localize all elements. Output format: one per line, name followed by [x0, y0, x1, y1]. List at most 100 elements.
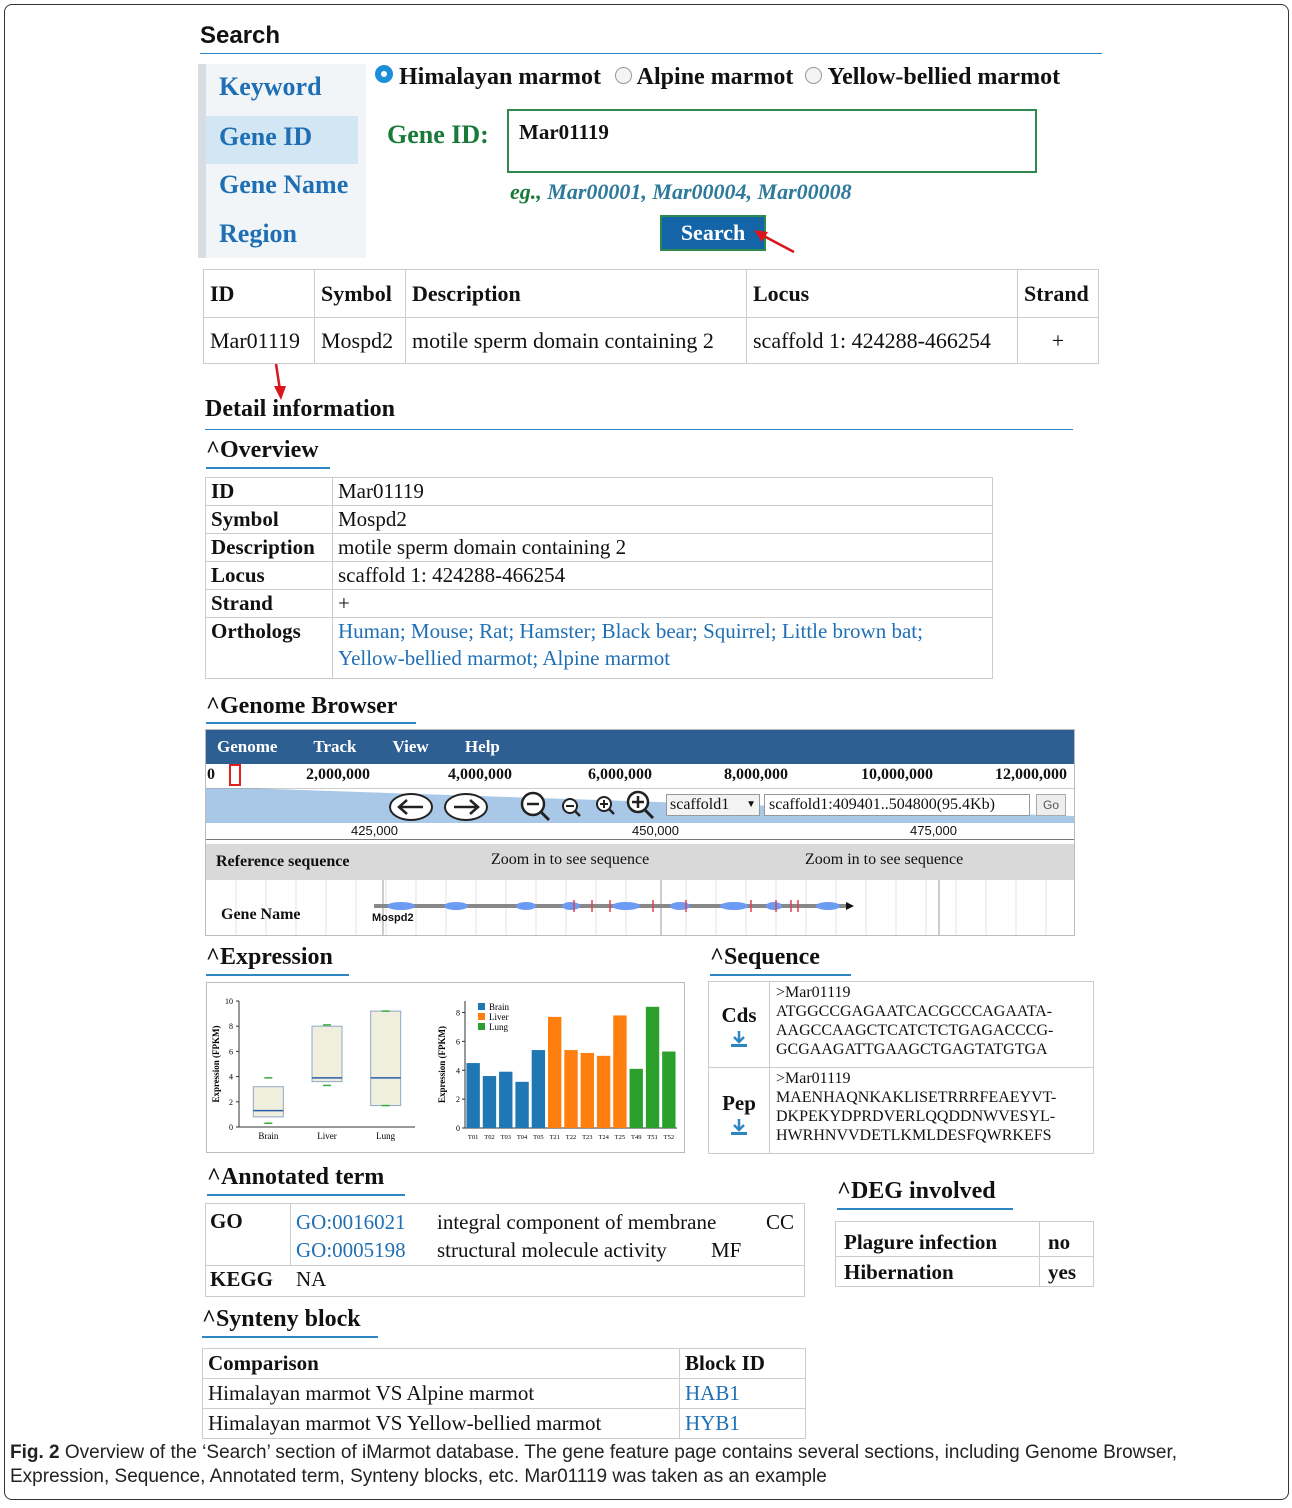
scaffold-select-value: scaffold1: [670, 796, 730, 813]
deg-key-plague: Plagure infection: [835, 1221, 1040, 1257]
bar-y-label: Expression (FPKM): [437, 1026, 447, 1103]
detail-ruler-tick-1: 450,000: [632, 823, 679, 838]
figure-caption: Fig. 2 Overview of the ‘Search’ section …: [10, 1441, 1280, 1489]
annotated-title[interactable]: ^Annotated term: [207, 1164, 384, 1191]
genome-overview-ruler[interactable]: 0 2,000,000 4,000,000 6,000,000 8,000,00…: [206, 764, 1074, 788]
go-button[interactable]: Go: [1036, 794, 1066, 816]
menu-genome[interactable]: Genome: [217, 737, 277, 756]
bar-t02: [482, 1076, 497, 1128]
table-row[interactable]: Mar01119 Mospd2 motile sperm domain cont…: [203, 317, 1099, 364]
nav-gene-id[interactable]: Gene ID: [219, 122, 312, 152]
deg-table: Plagure infection no Hibernation yes: [835, 1221, 1094, 1287]
gene-id-input[interactable]: Mar01119: [507, 109, 1037, 173]
expression-title[interactable]: ^Expression: [206, 944, 333, 971]
radio-alpine-label: Alpine marmot: [636, 64, 794, 90]
ruler-tick-0: 0: [207, 766, 215, 783]
gene-model-label[interactable]: Mospd2: [372, 912, 414, 924]
zoom-buttons: [520, 790, 655, 822]
result-id[interactable]: Mar01119: [203, 317, 315, 364]
bar-t49: [629, 1068, 643, 1128]
sequence-table: Cds >Mar01119 ATGGCCGAGAATCACGCCCAGAATA-…: [708, 981, 1094, 1154]
menu-view[interactable]: View: [392, 737, 428, 756]
radio-yellow-bellied[interactable]: [805, 67, 823, 84]
location-input[interactable]: scaffold1:409401..504800(95.4Kb): [764, 794, 1030, 816]
go-term-1-cat: CC: [766, 1210, 795, 1234]
search-title-underline: [200, 53, 1102, 54]
genome-browser-title[interactable]: ^Genome Browser: [206, 693, 397, 720]
nav-gene-name[interactable]: Gene Name: [219, 170, 348, 200]
bar-x-tick-label: T25: [615, 1134, 625, 1141]
menu-help[interactable]: Help: [465, 737, 500, 756]
result-symbol: Mospd2: [314, 317, 406, 364]
synteny-block-2[interactable]: HYB1: [679, 1408, 806, 1439]
sequence-title[interactable]: ^Sequence: [710, 944, 820, 971]
synteny-title[interactable]: ^Synteny block: [202, 1306, 361, 1333]
synteny-underline: [202, 1336, 378, 1338]
box-lung: [370, 1010, 402, 1107]
scaffold-select[interactable]: scaffold1 ▼: [666, 794, 760, 816]
synteny-header-block: Block ID: [679, 1348, 806, 1379]
zoom-in-large-icon[interactable]: [626, 790, 655, 820]
radio-alpine[interactable]: [614, 67, 632, 84]
bar-t04: [515, 1081, 529, 1128]
bar-t24: [596, 1055, 611, 1128]
download-icon[interactable]: [730, 1030, 748, 1048]
bar-t51: [645, 1006, 660, 1128]
overview-key-strand: Strand: [205, 589, 333, 618]
nav-region[interactable]: Region: [219, 219, 297, 249]
menu-track[interactable]: Track: [313, 737, 356, 756]
zoom-out-large-icon[interactable]: [520, 791, 551, 822]
search-button[interactable]: Search: [660, 215, 766, 251]
arrow-pointer-icon: [754, 230, 795, 254]
gene-track: [235, 880, 1047, 935]
overview-key-symbol: Symbol: [205, 505, 333, 534]
bar-t01: [466, 1063, 480, 1128]
bar-x-tick-label: T24: [598, 1134, 609, 1141]
bar-t23: [580, 1052, 594, 1128]
orthologs-line-1[interactable]: Human; Mouse; Rat; Hamster; Black bear; …: [338, 618, 987, 645]
ruler-tick-3: 6,000,000: [588, 766, 652, 783]
genome-browser-menubar: Genome Track View Help: [206, 730, 1074, 764]
results-table: ID Symbol Description Locus Strand Mar01…: [203, 269, 1099, 364]
nav-keyword[interactable]: Keyword: [219, 72, 322, 102]
deg-title[interactable]: ^DEG involved: [837, 1178, 996, 1205]
synteny-block-1[interactable]: HAB1: [679, 1378, 806, 1409]
bar-x-tick-label: T49: [631, 1134, 641, 1141]
box-y-tick-label: 4: [229, 1073, 233, 1082]
bar-t22: [564, 1050, 578, 1128]
bar-t52: [662, 1051, 676, 1128]
legend-swatch-liver: [478, 1013, 485, 1020]
pan-left-icon[interactable]: [389, 793, 433, 821]
orthologs-line-2[interactable]: Yellow-bellied marmot; Alpine marmot: [338, 645, 987, 672]
bar-x-tick-label: T01: [468, 1134, 478, 1141]
gene-id-input-value: Mar01119: [519, 120, 609, 144]
bar-y-tick-label: 8: [456, 1009, 460, 1018]
cds-label: Cds: [721, 1003, 757, 1027]
reference-sequence-label: Reference sequence: [216, 853, 350, 870]
orthologs-links[interactable]: Human; Mouse; Rat; Hamster; Black bear; …: [332, 617, 993, 679]
pan-right-icon[interactable]: [444, 793, 488, 821]
ruler-tick-6: 12,000,000: [995, 766, 1067, 783]
bar-y-tick-label: 4: [456, 1066, 460, 1075]
deg-val-plague: no: [1039, 1221, 1094, 1257]
pep-line-2: DKPEKYDPRDVERLQQDDNWVESYL-: [776, 1108, 1056, 1125]
go-term-1-id[interactable]: GO:0016021: [296, 1210, 406, 1235]
zoom-in-small-icon[interactable]: [596, 796, 615, 815]
overview-title[interactable]: ^Overview: [206, 437, 319, 464]
region-highlight-box[interactable]: [229, 764, 241, 786]
bar-x-tick-label: T23: [582, 1134, 592, 1141]
pep-line-1: MAENHAQNKAKLISETRRRFEAEYVT-: [776, 1089, 1057, 1106]
synteny-header-comparison: Comparison: [202, 1348, 680, 1379]
box-x-tick-label: Liver: [317, 1131, 337, 1141]
table-row: Himalayan marmot VS Yellow-bellied marmo…: [202, 1408, 806, 1439]
overview-val-description: motile sperm domain containing 2: [332, 533, 993, 562]
cds-cell: Cds: [708, 981, 770, 1068]
sequence-underline: [710, 974, 851, 976]
cds-line-3: GCGAAGATTGAAGCTGAGTATGTGA: [776, 1041, 1048, 1058]
go-term-2-id[interactable]: GO:0005198: [296, 1238, 406, 1263]
zoom-out-small-icon[interactable]: [562, 798, 581, 817]
download-icon[interactable]: [730, 1118, 748, 1136]
radio-himalayan[interactable]: [375, 65, 393, 83]
go-term-2-cat: MF: [711, 1238, 742, 1262]
result-strand: +: [1017, 317, 1099, 364]
